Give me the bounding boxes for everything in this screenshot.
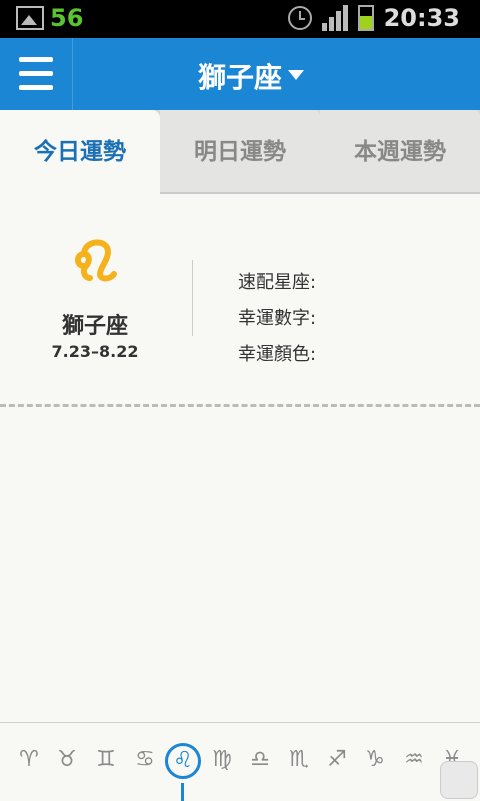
- alarm-icon: [287, 6, 312, 30]
- page-title[interactable]: 獅子座: [0, 56, 480, 96]
- dashed-divider: [0, 404, 480, 407]
- notification-count: 56: [50, 4, 84, 32]
- tab-this-week[interactable]: 本週運勢: [320, 110, 480, 194]
- divider: [192, 260, 193, 336]
- zodiac-taurus-icon[interactable]: ♉: [50, 743, 84, 777]
- sign-date-range: 7.23–8.22: [51, 342, 139, 361]
- zodiac-capricorn-icon[interactable]: ♑: [358, 743, 392, 777]
- zodiac-selector: ♈ ♉ ♊ ♋ ♌ ♍ ♎ ♏ ♐ ♑ ♒ ♓: [0, 722, 480, 801]
- attribute-lucky-number: 幸運數字:: [238, 308, 317, 329]
- leo-icon: [75, 239, 117, 282]
- zodiac-scorpio-icon[interactable]: ♏: [282, 743, 316, 777]
- zodiac-gemini-icon[interactable]: ♊: [89, 743, 123, 777]
- zodiac-sagittarius-icon[interactable]: ♐: [320, 743, 354, 777]
- zodiac-libra-icon[interactable]: ♎: [243, 743, 277, 777]
- tab-bar: 今日運勢 明日運勢 本週運勢: [0, 110, 480, 194]
- app-bar: 獅子座: [0, 38, 480, 110]
- selection-pointer: [181, 783, 184, 801]
- tab-tomorrow[interactable]: 明日運勢: [160, 110, 320, 194]
- zodiac-aries-icon[interactable]: ♈: [12, 743, 46, 777]
- zodiac-cancer-icon[interactable]: ♋: [128, 743, 162, 777]
- sign-name: 獅子座: [61, 314, 128, 339]
- attribute-list: 速配星座: 幸運數字: 幸運顏色:: [238, 268, 316, 376]
- zodiac-virgo-icon[interactable]: ♍: [205, 743, 239, 777]
- status-bar: 56 20:33: [0, 0, 480, 38]
- gallery-notification-icon: [16, 6, 44, 30]
- attribute-match: 速配星座:: [238, 272, 317, 293]
- battery-icon: [357, 5, 374, 31]
- zodiac-aquarius-icon[interactable]: ♒: [397, 743, 431, 777]
- chevron-down-icon[interactable]: [288, 70, 304, 80]
- sign-info: 獅子座 7.23–8.22 速配星座: 幸運數字: 幸運顏色:: [0, 194, 480, 404]
- tab-today[interactable]: 今日運勢: [0, 110, 160, 194]
- overlay-button[interactable]: [440, 761, 478, 799]
- zodiac-leo-icon[interactable]: ♌: [165, 743, 201, 779]
- attribute-lucky-color: 幸運顏色:: [238, 344, 317, 365]
- status-time: 20:33: [383, 4, 460, 32]
- signal-icon: [321, 5, 348, 31]
